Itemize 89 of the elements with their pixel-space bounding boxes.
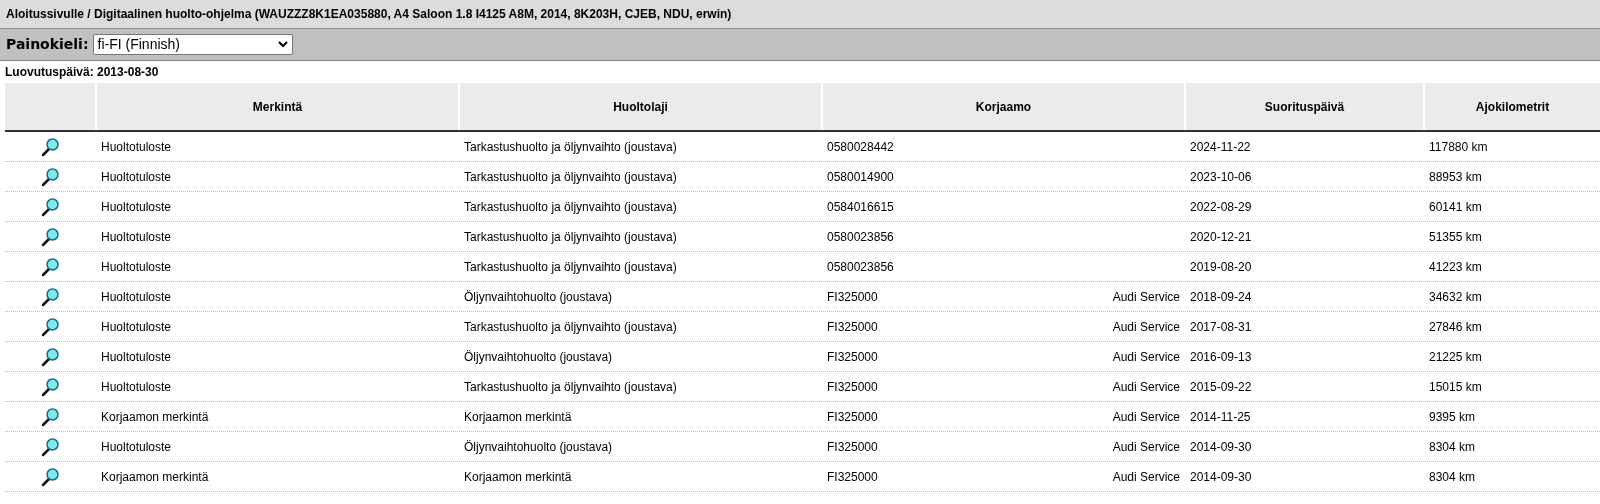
table-cell: Tarkastushuolto ja öljynvaihto (joustava) bbox=[464, 259, 677, 274]
magnifier-icon[interactable] bbox=[40, 346, 60, 367]
table-cell-text: FI325000 bbox=[827, 378, 878, 396]
table-cell: 2024-11-22 bbox=[1190, 139, 1251, 154]
column-header[interactable]: Korjaamo bbox=[823, 83, 1184, 130]
table-cell: 41223 km bbox=[1429, 259, 1482, 274]
table-cell: Huoltotuloste bbox=[101, 289, 172, 304]
magnifier-icon[interactable] bbox=[40, 256, 60, 277]
magnifier-icon[interactable] bbox=[40, 376, 60, 397]
column-header[interactable]: Ajokilometrit bbox=[1425, 83, 1600, 130]
table-cell-text: 0580028442 bbox=[827, 138, 894, 156]
table-cell: 117880 km bbox=[1429, 139, 1488, 154]
table-cell: Tarkastushuolto ja öljynvaihto (joustava) bbox=[464, 169, 677, 184]
table-cell: 34632 km bbox=[1429, 289, 1482, 304]
table-cell-text: Audi Service bbox=[1112, 408, 1180, 426]
table-cell-text: 0580023856 bbox=[827, 258, 894, 276]
magnifier-icon[interactable] bbox=[40, 226, 60, 247]
table-cell: 2017-08-31 bbox=[1190, 319, 1252, 334]
table-cell-text: Audi Service bbox=[1112, 288, 1180, 306]
table-cell-text: Audi Service bbox=[1112, 378, 1180, 396]
table-cell-text: Audi Service bbox=[1112, 438, 1180, 456]
table-cell: Tarkastushuolto ja öljynvaihto (joustava) bbox=[464, 379, 677, 394]
table-cell: 2018-09-24 bbox=[1190, 289, 1252, 304]
magnifier-icon[interactable] bbox=[40, 316, 60, 337]
table-cell: 2014-11-25 bbox=[1190, 409, 1251, 424]
table-cell: 2022-08-29 bbox=[1190, 199, 1252, 214]
table-cell-text: FI325000 bbox=[827, 408, 878, 426]
table-cell: Huoltotuloste bbox=[101, 259, 172, 274]
table-cell: Korjaamon merkintä bbox=[101, 409, 209, 424]
magnifier-icon[interactable] bbox=[40, 286, 60, 307]
delivery-date: Luovutuspäivä: 2013-08-30 bbox=[5, 64, 159, 81]
table-cell: 8304 km bbox=[1429, 439, 1476, 454]
magnifier-icon[interactable] bbox=[40, 466, 60, 487]
column-header[interactable]: Merkintä bbox=[97, 83, 458, 130]
table-cell-text: 0580014900 bbox=[827, 168, 894, 186]
table-cell-text: FI325000 bbox=[827, 318, 878, 336]
table-cell: 27846 km bbox=[1429, 319, 1482, 334]
table-cell-text: Audi Service bbox=[1112, 348, 1180, 366]
table-cell: Huoltotuloste bbox=[101, 169, 172, 184]
breadcrumb[interactable]: Aloitussivulle / Digitaalinen huolto-ohjelma (WAUZZZ8K1EA035880, A4 Saloon 1.8 I4125 A8M, 2014, 8K203H, CJEB, NDU, erwin) bbox=[6, 5, 732, 23]
table-cell: 51355 km bbox=[1429, 229, 1482, 244]
magnifier-icon[interactable] bbox=[40, 136, 60, 157]
table-cell: 2020-12-21 bbox=[1190, 229, 1252, 244]
table-cell-text: 0580023856 bbox=[827, 228, 894, 246]
table-cell: Huoltotuloste bbox=[101, 139, 172, 154]
table-cell: Tarkastushuolto ja öljynvaihto (joustava) bbox=[464, 199, 677, 214]
table-cell-text: Audi Service bbox=[1112, 318, 1180, 336]
table-cell: 2015-09-22 bbox=[1190, 379, 1252, 394]
magnifier-icon[interactable] bbox=[40, 166, 60, 187]
table-cell: Huoltotuloste bbox=[101, 439, 172, 454]
table-cell-text: Audi Service bbox=[1112, 468, 1180, 486]
table-cell-text: FI325000 bbox=[827, 468, 878, 486]
table-cell: Korjaamon merkintä bbox=[464, 409, 572, 424]
table-cell: Huoltotuloste bbox=[101, 379, 172, 394]
table-cell: 8304 km bbox=[1429, 469, 1476, 484]
table-cell: 2016-09-13 bbox=[1190, 349, 1252, 364]
table-cell: 9395 km bbox=[1429, 409, 1476, 424]
table-cell: 21225 km bbox=[1429, 349, 1482, 364]
column-header[interactable]: Huoltolaji bbox=[460, 83, 821, 130]
table-cell: 60141 km bbox=[1429, 199, 1482, 214]
table-cell: Tarkastushuolto ja öljynvaihto (joustava) bbox=[464, 319, 677, 334]
table-cell: Huoltotuloste bbox=[101, 349, 172, 364]
table-cell: Korjaamon merkintä bbox=[101, 469, 209, 484]
table-cell: Korjaamon merkintä bbox=[464, 469, 572, 484]
table-cell: 2014-09-30 bbox=[1190, 469, 1252, 484]
column-header[interactable]: Suorituspäivä bbox=[1186, 83, 1423, 130]
magnifier-icon[interactable] bbox=[40, 406, 60, 427]
language-label: Painokieli: bbox=[6, 35, 89, 54]
table-cell: 2014-09-30 bbox=[1190, 439, 1252, 454]
table-cell: Huoltotuloste bbox=[101, 229, 172, 244]
table-cell: 2023-10-06 bbox=[1190, 169, 1252, 184]
table-cell: Huoltotuloste bbox=[101, 319, 172, 334]
language-select[interactable]: fi-FI (Finnish) bbox=[92, 34, 293, 55]
table-cell: 2019-08-20 bbox=[1190, 259, 1252, 274]
chevron-down-icon bbox=[277, 41, 288, 48]
magnifier-icon[interactable] bbox=[40, 196, 60, 217]
table-cell: Tarkastushuolto ja öljynvaihto (joustava) bbox=[464, 229, 677, 244]
table-cell: 15015 km bbox=[1429, 379, 1482, 394]
table-cell-text: FI325000 bbox=[827, 288, 878, 306]
table-cell-text: 0584016615 bbox=[827, 198, 894, 216]
table-cell: Öljynvaihtohuolto (joustava) bbox=[464, 349, 613, 364]
table-cell-text: FI325000 bbox=[827, 348, 878, 366]
table-cell: Öljynvaihtohuolto (joustava) bbox=[464, 289, 613, 304]
magnifier-icon[interactable] bbox=[40, 436, 60, 457]
table-cell-text: FI325000 bbox=[827, 438, 878, 456]
table-cell: Öljynvaihtohuolto (joustava) bbox=[464, 439, 613, 454]
table-cell: 88953 km bbox=[1429, 169, 1482, 184]
table-cell: Huoltotuloste bbox=[101, 199, 172, 214]
table-cell: Tarkastushuolto ja öljynvaihto (joustava) bbox=[464, 139, 677, 154]
